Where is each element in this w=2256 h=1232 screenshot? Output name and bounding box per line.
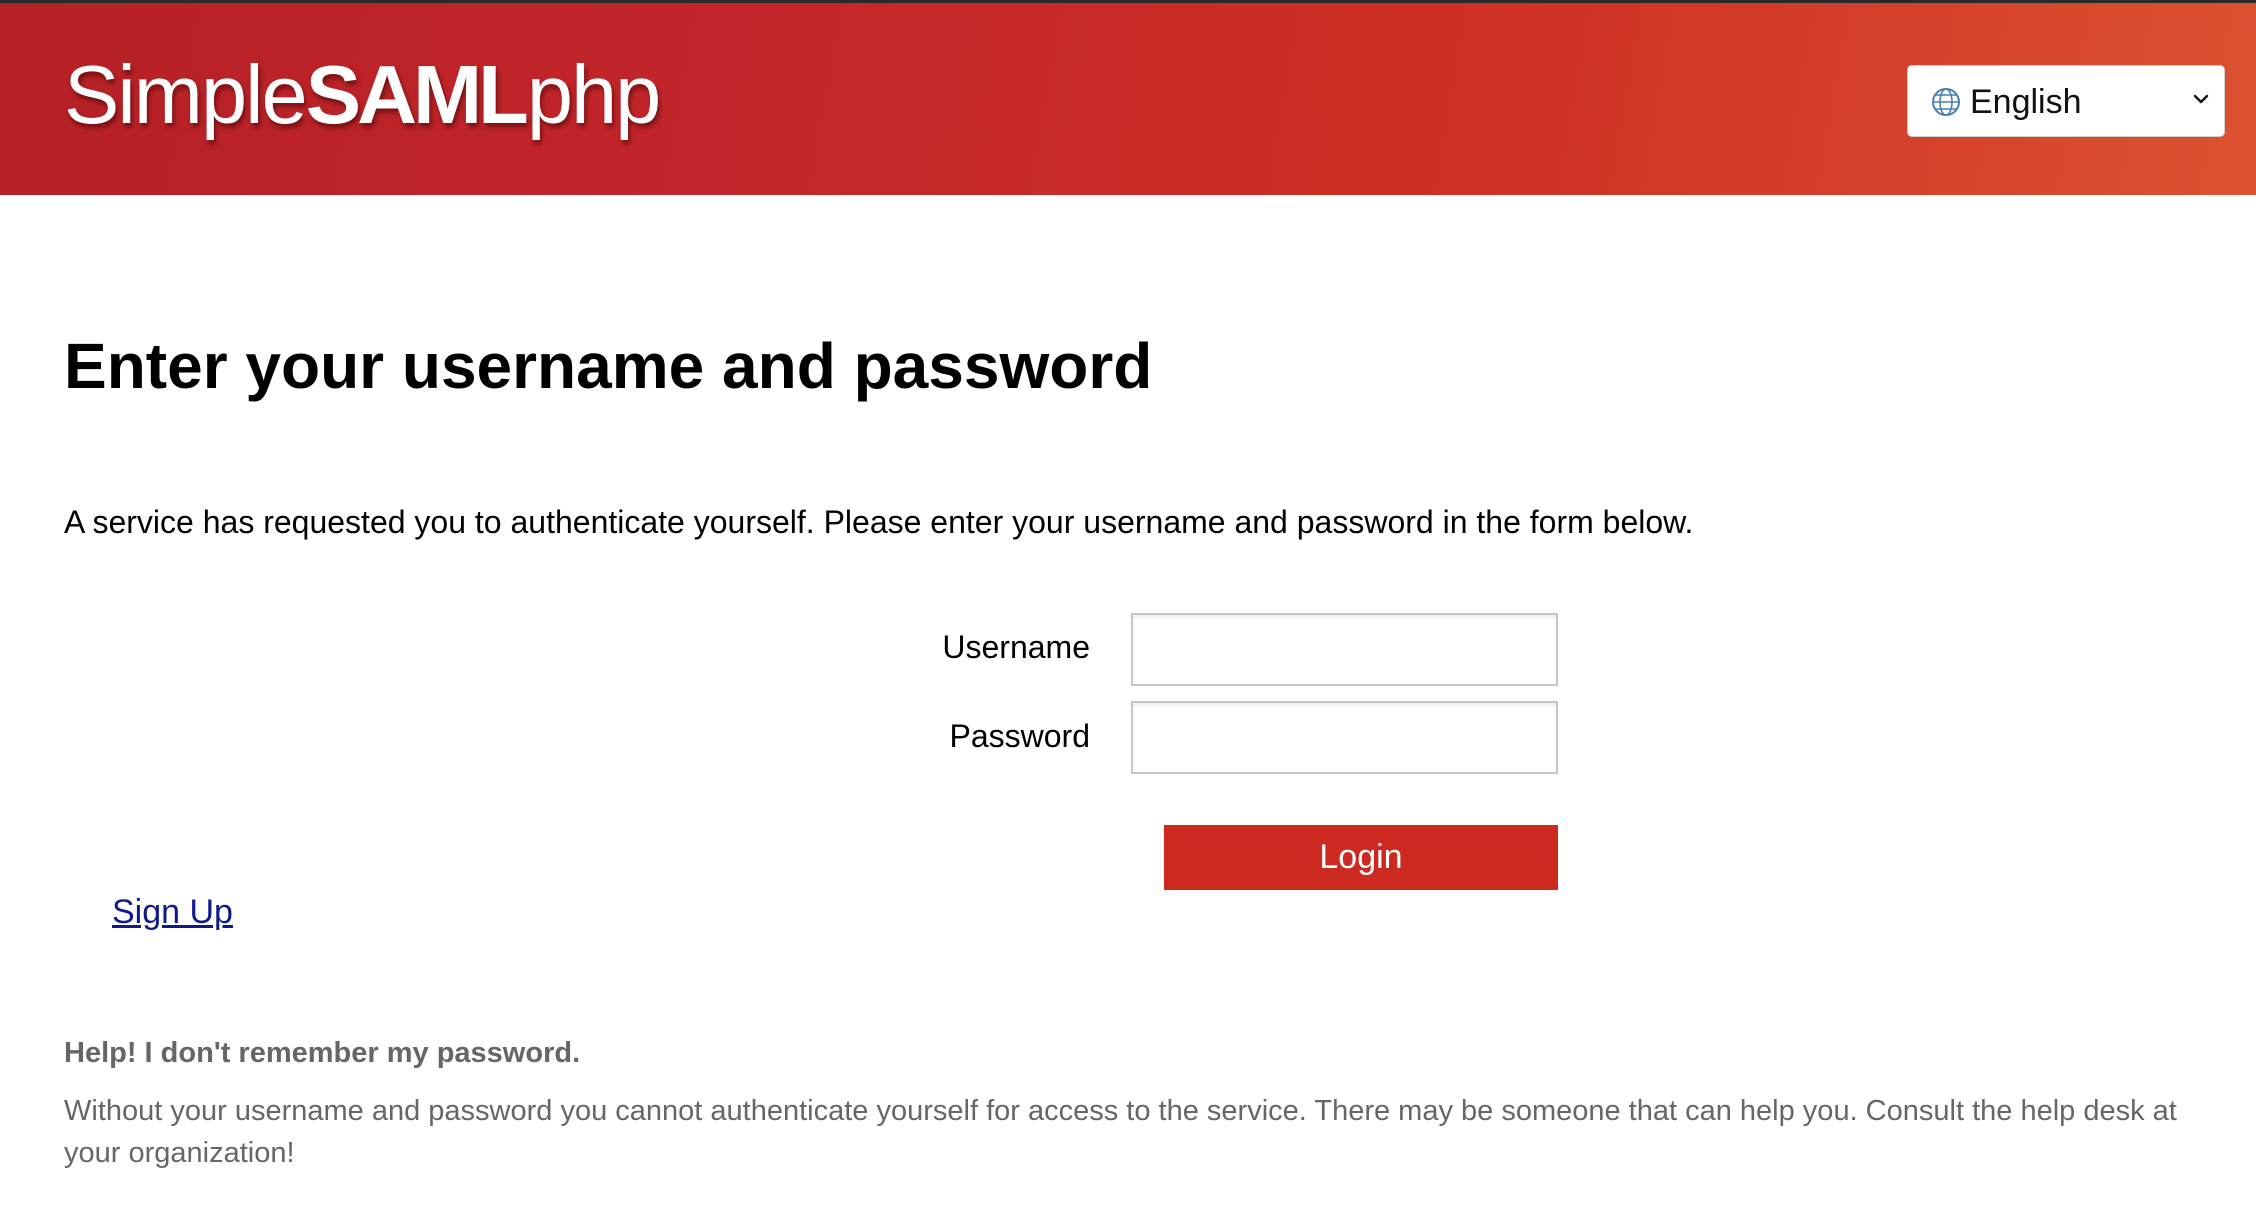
login-button[interactable]: Login	[1164, 825, 1558, 890]
logo-text-simple: Simple	[64, 48, 308, 141]
intro-text: A service has requested you to authentic…	[64, 504, 1694, 540]
username-input[interactable]	[1131, 613, 1558, 686]
globe-icon	[1932, 88, 1960, 116]
header-banner: SimpleSAMLphp English	[0, 0, 2256, 195]
help-text: Without your username and password you c…	[64, 1095, 2177, 1169]
sign-up-link[interactable]: Sign Up	[112, 892, 233, 932]
page-title: Enter your username and password	[64, 330, 1153, 402]
logo-text-php: php	[526, 48, 661, 141]
username-label: Username	[942, 629, 1090, 665]
chevron-down-icon	[2193, 94, 2209, 104]
help-heading: Help! I don't remember my password.	[64, 1037, 581, 1069]
password-label: Password	[949, 718, 1091, 754]
language-selected-label: English	[1970, 83, 2082, 121]
logo-text-saml: SAML	[305, 48, 529, 141]
language-select[interactable]: English	[1907, 65, 2225, 137]
password-input[interactable]	[1131, 701, 1558, 774]
simplesamlphp-logo: SimpleSAMLphp	[64, 53, 661, 136]
